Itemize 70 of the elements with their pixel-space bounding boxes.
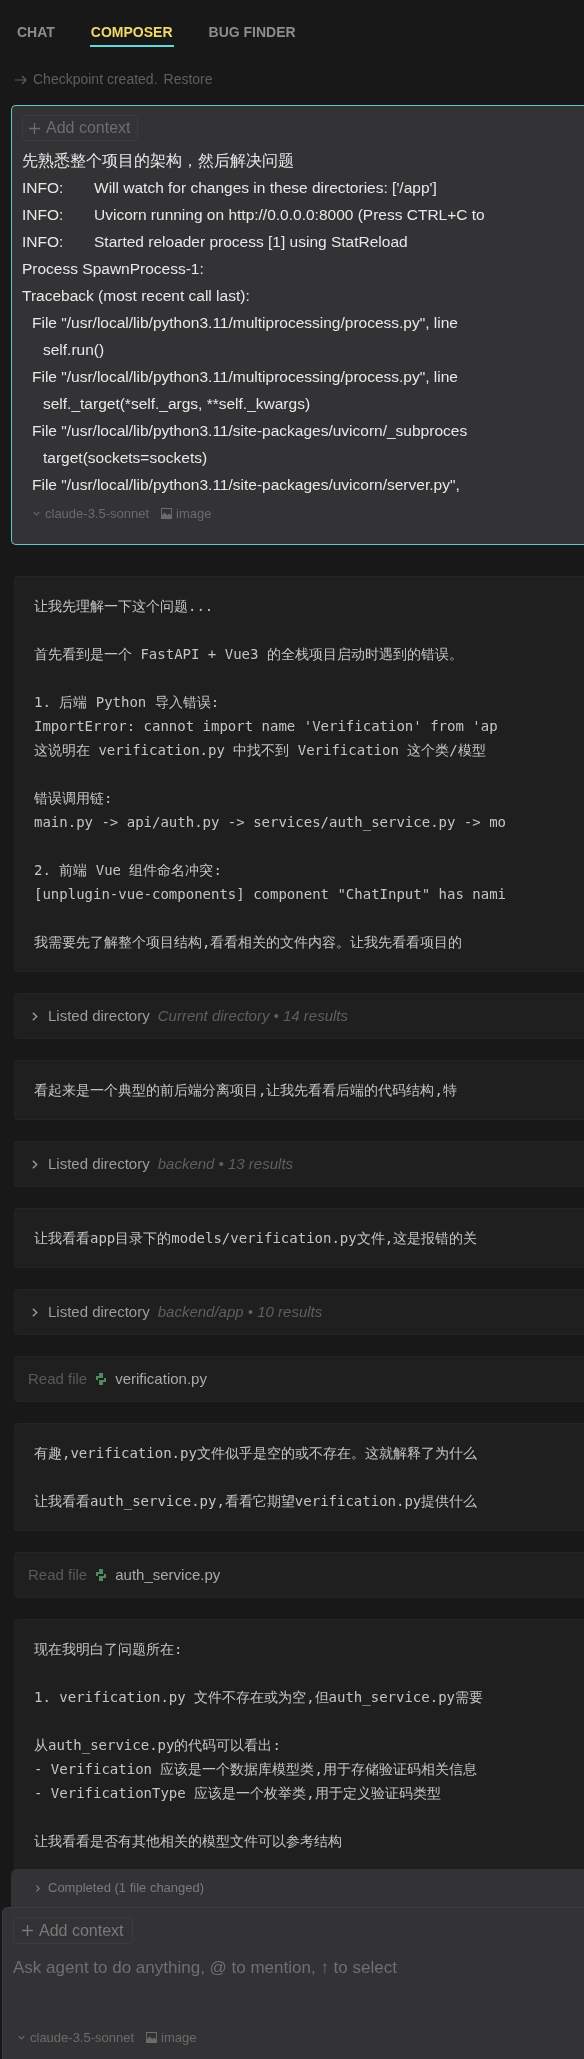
tool-action: Read file [28,1564,88,1585]
python-icon [95,1373,108,1385]
arrow-right-icon [15,74,27,85]
message-text: 1. 后端 Python 导入错误: [34,693,221,712]
agent-input-field[interactable]: Ask agent to do anything, @ to mention, ↑ to select [13,1953,573,1983]
message-text: - Verification 应该是一个数据库模型类,用于存储验证码相关信息 [34,1760,478,1779]
tab[interactable]: COMPOSER [89,19,174,47]
tab[interactable]: BUG FINDER [207,19,297,47]
message-text: 让我先理解一下这个问题... [34,597,215,616]
message-text: 首先看到是一个 FastAPI + Vue3 的全栈项目启动时遇到的错误。 [34,645,464,664]
completed-bar[interactable]: Completed (1 file changed) [11,1869,584,1907]
chevron-down-icon [32,509,41,519]
checkpoint-text: Checkpoint created. [33,70,158,89]
log-level: INFO: [22,232,65,252]
message-text: 看起来是一个典型的前后端分离项目,让我先看看后端的代码结构,特 [34,1081,458,1100]
restore-link[interactable]: Restore [163,69,213,90]
tool-call-row[interactable]: Listed directory backend/app • 10 results [14,1289,584,1335]
traceback-line: File "/usr/local/lib/python3.11/multiprocessing/process.py", line [31,367,459,387]
tab[interactable]: CHAT [16,19,56,47]
tool-call-row[interactable]: Listed directory Current directory • 14 results [14,993,584,1039]
python-icon [95,1569,108,1581]
log-message: Started reloader process [1] using StatReload [94,232,408,252]
traceback-code: self.run() [42,340,106,360]
prompt-line: 先熟悉整个项目的架构，然后解决问题 [22,151,295,171]
plus-icon [22,1925,33,1936]
prompt-line: Traceback (most recent call last): [22,286,251,306]
message-text: main.py -> api/auth.py -> services/auth_service.py -> mo [34,813,507,833]
message-text: 让我看看是否有其他相关的模型文件可以参考结构 [34,1832,343,1851]
completed-text: Completed (1 file changed) [48,1879,205,1898]
file-name: auth_service.py [115,1564,221,1585]
tool-call-row[interactable]: Listed directory backend • 13 results [14,1141,584,1187]
chevron-right-icon [33,1883,42,1893]
traceback-line: File "/usr/local/lib/python3.11/multiprocessing/process.py", line [31,313,459,333]
message-text: 有趣,verification.py文件似乎是空的或不存在。这就解释了为什么 [34,1444,478,1463]
message-text: 让我看看app目录下的models/verification.py文件,这是报错的关 [34,1229,479,1248]
tool-action: Listed directory [48,1301,150,1322]
message-text: 2. 前端 Vue 组件命名冲突: [34,861,223,880]
traceback-code: self._target(*self._args, **self._kwargs) [42,394,312,414]
tool-action: Listed directory [48,1153,150,1174]
read-file-row[interactable]: Read file auth_service.py [14,1552,584,1598]
log-message: Will watch for changes in these directories: ['/app'] [94,178,437,198]
tool-action: Read file [28,1368,88,1389]
tool-meta: Current directory • 14 results [157,1005,349,1026]
message-text: 错误调用链: [34,789,114,808]
message-text: ImportError: cannot import name 'Verification' from 'ap [34,717,499,736]
message-text: 让我看看auth_service.py,看看它期望verification.py提供什么 [34,1492,479,1512]
message-text: - VerificationType 应该是一个枚举类,用于定义验证码类型 [34,1784,442,1803]
log-message: Uvicorn running on http://0.0.0.0:8000 (Press CTRL+C to [94,205,485,225]
traceback-line: File "/usr/local/lib/python3.11/site-packages/uvicorn/server.py", [31,475,461,495]
prompt-line: Process SpawnProcess-1: [22,259,205,279]
message-text: [unplugin-vue-components] component "ChatInput" has nami [34,885,507,904]
add-context-button[interactable]: Add context [13,1917,133,1944]
message-text: 1. verification.py 文件不存在或为空,但auth_service.py需要 [34,1688,484,1708]
log-level: INFO: [22,178,65,198]
message-text: 现在我明白了问题所在: [34,1640,184,1659]
log-level: INFO: [22,205,65,225]
message-text: 这说明在 verification.py 中找不到 Verification 这个类/模型 [34,741,487,760]
traceback-code: target(sockets=sockets) [42,448,209,468]
image-icon [146,2032,158,2044]
message-text: 从auth_service.py的代码可以看出: [34,1736,282,1756]
tool-meta: backend/app • 10 results [157,1301,323,1322]
tool-action: Listed directory [48,1005,150,1026]
message-text: 我需要先了解整个项目结构,看看相关的文件内容。让我先看看项目的 [34,933,464,952]
plus-icon [29,122,40,134]
tool-meta: backend • 13 results [157,1153,294,1174]
file-name: verification.py [115,1368,207,1389]
chevron-down-icon [17,2033,26,2043]
image-icon [161,508,173,520]
traceback-line: File "/usr/local/lib/python3.11/site-packages/uvicorn/_subproces [31,421,469,441]
read-file-row[interactable]: Read file verification.py [14,1356,584,1402]
